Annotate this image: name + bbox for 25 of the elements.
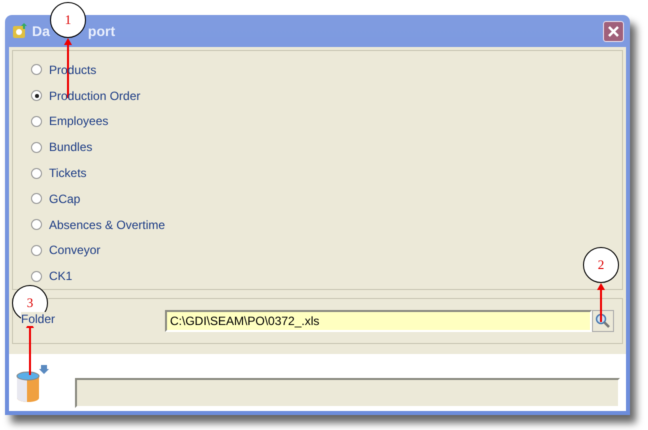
radio-button[interactable] bbox=[31, 193, 42, 204]
radio-button[interactable] bbox=[31, 219, 42, 230]
app-icon bbox=[11, 22, 29, 40]
radio-button[interactable] bbox=[31, 142, 42, 153]
callout-marker: 1 bbox=[50, 2, 86, 38]
window-title: port bbox=[88, 23, 116, 39]
radio-option[interactable]: Employees bbox=[31, 108, 622, 134]
window-title: Da bbox=[32, 23, 50, 39]
search-button[interactable] bbox=[592, 310, 614, 332]
radio-option[interactable]: Tickets bbox=[31, 160, 622, 186]
radio-button[interactable] bbox=[31, 244, 42, 256]
callout-arrow bbox=[597, 283, 605, 322]
radio-option[interactable]: GCap bbox=[31, 186, 622, 212]
radio-option[interactable]: Production Order bbox=[31, 82, 622, 109]
radio-button[interactable] bbox=[31, 270, 42, 282]
database-import-icon bbox=[15, 364, 49, 404]
radio-option[interactable]: Absences & Overtime bbox=[31, 212, 622, 238]
close-icon[interactable] bbox=[607, 24, 620, 38]
radio-option[interactable]: Bundles bbox=[31, 134, 622, 160]
radio-button[interactable] bbox=[31, 64, 42, 76]
radio-button[interactable] bbox=[31, 168, 42, 179]
folder-field[interactable]: C:\GDI\SEAM\PO\0372_.xls bbox=[165, 310, 592, 332]
close-button[interactable] bbox=[603, 20, 624, 42]
radio-button[interactable] bbox=[31, 116, 42, 127]
radio-button[interactable] bbox=[31, 90, 42, 102]
